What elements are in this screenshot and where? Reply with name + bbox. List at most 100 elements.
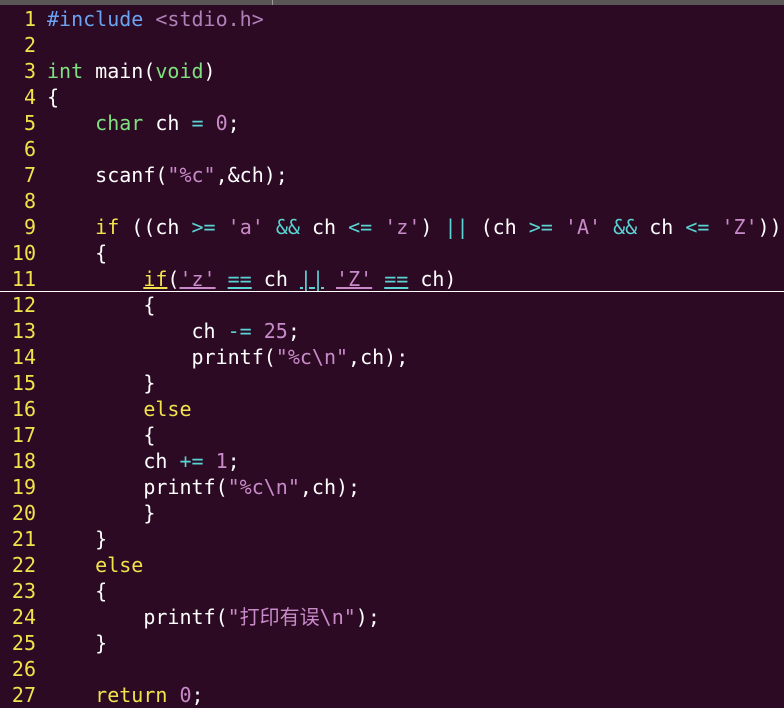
code-line[interactable]: 15 } [0,370,784,396]
code-token: 0 [179,683,192,707]
code-token: printf( [47,345,276,369]
line-text: return 0; [47,682,784,708]
line-text: scanf("%c",&ch); [47,162,784,188]
line-text: #include <stdio.h> [47,6,784,32]
code-area[interactable]: 1 #include <stdio.h> 2 3 int main(void) 4{5 c… [0,6,784,708]
code-line[interactable]: 2 [0,32,784,58]
line-number: 15 [11,371,36,395]
line-number: 20 [11,501,36,525]
code-editor[interactable]: 1 #include <stdio.h> 2 3 int main(void) 4{5 c… [0,0,784,708]
top-strip-tick [272,0,273,5]
code-token: { [47,85,60,109]
code-token: ; [227,111,240,135]
code-token: == [227,267,252,291]
code-line[interactable]: 17 { [0,422,784,448]
code-line[interactable]: 16 else [0,396,784,422]
line-text: if ((ch >= 'a' && ch <= 'z') || (ch >= '… [47,214,784,240]
code-token: else [95,553,144,577]
line-number: 11 [11,267,36,291]
code-token: (ch [468,215,529,239]
code-token: { [47,241,108,265]
line-number: 7 [23,163,36,187]
code-line[interactable]: 21 } [0,526,784,552]
code-line[interactable]: 11 if('z' == ch || 'Z' == ch) [0,266,784,292]
code-line[interactable]: 22 else [0,552,784,578]
line-number: 21 [11,527,36,551]
code-line[interactable]: 18 ch += 1; [0,448,784,474]
code-token: || [444,215,469,239]
code-token: 'Z' [336,267,373,291]
line-number: 12 [11,293,36,317]
code-token: 1 [215,449,228,473]
code-token: "%c" [167,163,216,187]
line-number: 14 [11,345,36,369]
line-number: 25 [11,631,36,655]
line-number: 18 [11,449,36,473]
code-line[interactable]: 10 { [0,240,784,266]
code-token: <stdio.h> [155,7,264,31]
code-token: { [47,423,156,447]
code-line[interactable]: 12 { [0,292,784,318]
code-line[interactable]: 26 [0,656,784,682]
code-line[interactable]: 9 if ((ch >= 'a' && ch <= 'z') || (ch >=… [0,214,784,240]
code-line[interactable]: 23 { [0,578,784,604]
code-token: { [47,579,108,603]
code-token: 'z' [384,215,421,239]
code-line[interactable]: 3 int main(void) [0,58,784,84]
code-token: )) [757,215,782,239]
code-token: || [299,267,324,291]
code-line[interactable]: 20 } [0,500,784,526]
code-line[interactable]: 7 scanf("%c",&ch); [0,162,784,188]
code-token: ch [47,319,228,343]
code-line[interactable]: 8 [0,188,784,214]
line-number: 6 [23,137,36,161]
line-text: else [47,552,784,578]
line-text: { [47,292,784,318]
code-token: ch [143,111,192,135]
line-text: } [47,630,784,656]
code-line[interactable]: 5 char ch = 0; [0,110,784,136]
code-token: 25 [263,319,288,343]
code-token: ); [355,605,380,629]
line-number: 23 [11,579,36,603]
code-token: ((ch [119,215,192,239]
line-number: 24 [11,605,36,629]
code-line[interactable]: 13 ch -= 25; [0,318,784,344]
code-line[interactable]: 1 #include <stdio.h> [0,6,784,32]
code-token: += [179,449,204,473]
line-number: 17 [11,423,36,447]
line-number: 10 [11,241,36,265]
line-number: 16 [11,397,36,421]
code-token: ( [167,267,180,291]
code-line[interactable]: 27 return 0; [0,682,784,708]
code-token: ; [287,319,300,343]
code-line[interactable]: 19 printf("%c\n",ch); [0,474,784,500]
line-text: } [47,526,784,552]
line-number: 8 [23,189,36,213]
line-number: 26 [11,657,36,681]
line-text: printf("打印有误\n"); [47,604,784,630]
code-line[interactable]: 24 printf("打印有误\n"); [0,604,784,630]
code-line[interactable]: 25 } [0,630,784,656]
line-number: 19 [11,475,36,499]
code-line[interactable]: 6 [0,136,784,162]
code-token: ch) [408,267,457,291]
code-line[interactable]: 14 printf("%c\n",ch); [0,344,784,370]
code-token: ch [251,267,300,291]
line-text: } [47,500,784,526]
code-token: >= [528,215,553,239]
code-token: printf( [47,475,228,499]
code-line[interactable]: 4{ [0,84,784,110]
code-token: && [613,215,638,239]
line-number: 22 [11,553,36,577]
code-token: } [47,527,108,551]
